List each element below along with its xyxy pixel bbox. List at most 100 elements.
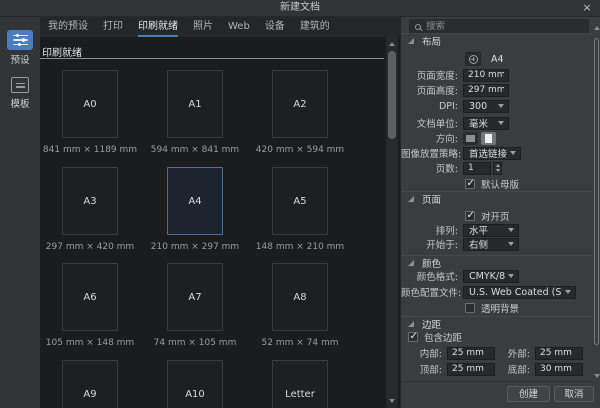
section-color[interactable]: 颜色 [401, 255, 592, 270]
stepper-up-icon [495, 164, 500, 167]
preset-card-a6[interactable]: A6 105 mm × 148 mm [35, 263, 145, 348]
section-expand-icon [408, 320, 414, 327]
margin-inner-input[interactable] [447, 346, 495, 360]
preset-card-a3[interactable]: A3 297 mm × 420 mm [35, 167, 145, 252]
preset-card-a2[interactable]: A2 420 mm × 594 mm [245, 70, 355, 155]
preset-card-a0[interactable]: A0 841 mm × 1189 mm [35, 70, 145, 155]
units-dropdown[interactable]: 毫米 [463, 116, 509, 130]
tab-devices[interactable]: 设备 [265, 17, 285, 37]
chevron-down-icon [498, 104, 504, 108]
units-value: 毫米 [469, 119, 489, 130]
tab-press-ready[interactable]: 印刷就绪 [138, 17, 178, 37]
margin-outer-input[interactable] [535, 346, 583, 360]
default-master-checkbox[interactable] [465, 178, 475, 189]
section-expand-icon [408, 37, 414, 44]
dpi-dropdown[interactable]: 300 [463, 99, 509, 113]
preset-card-a7[interactable]: A7 74 mm × 105 mm [140, 263, 250, 348]
field-pages: 页数: [401, 161, 592, 175]
preset-name: A1 [188, 98, 202, 110]
color-profile-value: U.S. Web Coated (SWOP) v [469, 286, 562, 298]
preset-card-a1[interactable]: A1 594 mm × 841 mm [140, 70, 250, 155]
color-format-value: CMYK/8 [469, 270, 505, 282]
preset-name: A7 [188, 291, 202, 303]
preset-name: A5 [293, 195, 307, 207]
panel-scrollbar[interactable] [593, 26, 600, 378]
start-on-value: 右侧 [469, 240, 489, 251]
transparent-bg-checkbox[interactable] [465, 303, 475, 313]
portrait-button[interactable] [481, 131, 496, 145]
preset-name: A6 [83, 291, 97, 303]
margin-bottom-input[interactable] [535, 362, 583, 376]
sidebar-item-presets[interactable]: 预设 [0, 30, 40, 66]
preset-dims: 105 mm × 148 mm [45, 338, 135, 348]
color-format-dropdown[interactable]: CMYK/8 [463, 269, 519, 283]
create-button[interactable]: 创建 [507, 386, 550, 402]
arrange-dropdown[interactable]: 水平 [463, 223, 519, 237]
tab-print[interactable]: 打印 [103, 17, 123, 37]
plus-circle-icon [468, 54, 478, 64]
page-width-input[interactable] [463, 68, 509, 82]
section-color-title: 颜色 [422, 258, 442, 270]
facing-pages-checkbox[interactable] [465, 210, 475, 221]
search-icon [415, 23, 421, 30]
preset-card-a5[interactable]: A5 148 mm × 210 mm [245, 167, 355, 252]
scrollbar-thumb[interactable] [594, 38, 599, 345]
section-margins[interactable]: 边距 [401, 316, 592, 331]
color-profile-label: 颜色配置文件: [401, 288, 462, 299]
scroll-down-icon[interactable] [389, 399, 395, 403]
page-height-input[interactable] [463, 83, 509, 97]
include-margins-checkbox[interactable] [408, 331, 418, 342]
scrollbar-thumb[interactable] [388, 51, 396, 139]
color-profile-dropdown[interactable]: U.S. Web Coated (SWOP) v [463, 285, 576, 299]
preset-card-a4-selected[interactable]: A4 210 mm × 297 mm [140, 167, 250, 252]
plus-circle-button[interactable] [465, 52, 481, 66]
color-format-label: 颜色格式: [416, 272, 458, 283]
pages-input[interactable] [463, 161, 491, 175]
section-page-title: 页面 [422, 194, 442, 206]
facing-pages-label: 对开页 [481, 212, 510, 223]
preset-card-a9[interactable]: A9 [35, 360, 145, 408]
preset-name: A10 [185, 388, 205, 400]
page-width-label: 页面宽度: [416, 71, 458, 82]
preset-card-letter[interactable]: Letter [245, 360, 355, 408]
sidebar-item-label: 预设 [10, 55, 30, 66]
preset-card-a8[interactable]: A8 52 mm × 74 mm [245, 263, 355, 348]
field-facing-pages: 对开页 [401, 209, 592, 223]
preset-name: Letter [285, 388, 315, 400]
templates-icon [11, 77, 29, 93]
scroll-up-icon[interactable] [389, 42, 395, 46]
arrange-label: 排列: [435, 226, 458, 237]
section-page[interactable]: 页面 [401, 191, 592, 206]
landscape-button[interactable] [463, 131, 478, 145]
preset-grid-scrollbar[interactable] [386, 37, 398, 408]
field-arrange: 排列: 水平 [401, 223, 592, 237]
selected-preset-label: A4 [491, 53, 504, 65]
tab-architectural[interactable]: 建筑的 [300, 17, 330, 37]
preset-card-a10[interactable]: A10 [140, 360, 250, 408]
search-input[interactable] [426, 21, 583, 32]
section-layout[interactable]: 布局 [401, 33, 592, 48]
window-title: 新建文档 [280, 2, 320, 13]
sidebar-item-templates[interactable]: 模板 [0, 77, 40, 110]
preset-dims: 148 mm × 210 mm [255, 242, 345, 252]
stepper-down-icon [495, 169, 500, 172]
search-box[interactable] [409, 19, 589, 34]
preset-thumbnail: A7 [167, 263, 223, 331]
tab-web[interactable]: Web [228, 17, 250, 37]
arrange-value: 水平 [469, 226, 489, 237]
tab-photo[interactable]: 照片 [193, 17, 213, 37]
left-rail: 预设 模板 [0, 17, 40, 408]
field-dpi: DPI: 300 [401, 99, 592, 113]
margins-row-1: 内部: 外部: [401, 346, 592, 360]
scroll-up-icon[interactable] [593, 26, 600, 30]
placement-dropdown[interactable]: 首选链接 [463, 146, 521, 160]
pages-stepper[interactable] [493, 161, 502, 175]
tab-my-presets[interactable]: 我的预设 [48, 17, 88, 37]
start-on-dropdown[interactable]: 右侧 [463, 237, 519, 251]
cancel-button[interactable]: 取消 [554, 386, 594, 402]
section-expand-icon [408, 259, 414, 266]
close-icon[interactable]: × [580, 0, 594, 16]
scroll-down-icon[interactable] [593, 374, 600, 378]
margin-top-input[interactable] [447, 362, 495, 376]
titlebar: 新建文档 × [0, 0, 600, 17]
